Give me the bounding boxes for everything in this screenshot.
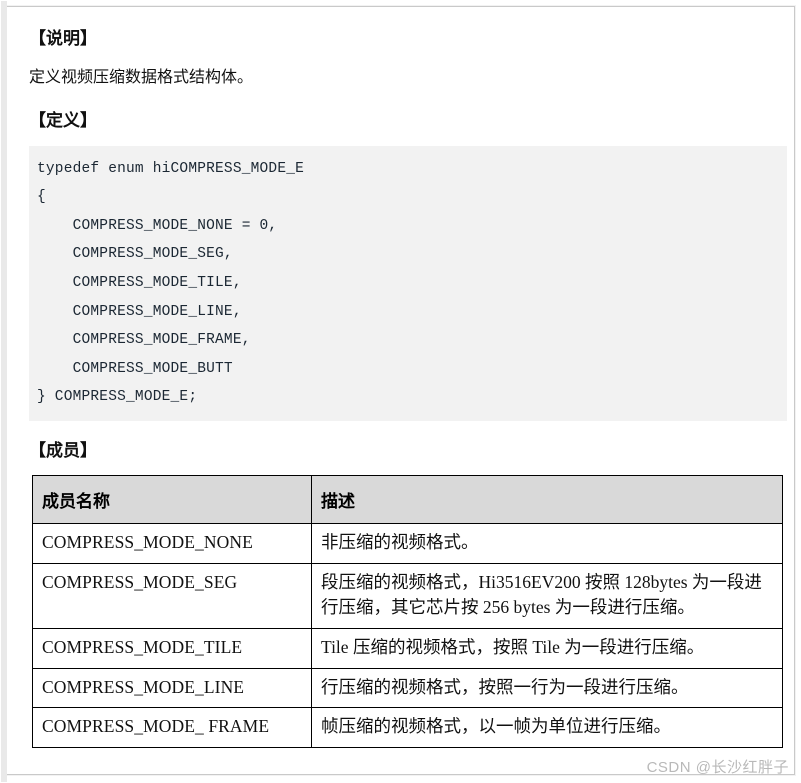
table-row: COMPRESS_MODE_NONE 非压缩的视频格式。 [32, 523, 783, 564]
section-heading-members: 【成员】 [29, 440, 97, 460]
code-block: typedef enum hiCOMPRESS_MODE_E { COMPRES… [29, 145, 787, 421]
table-header-row: 成员名称 描述 [32, 475, 783, 525]
document-content: 【说明】 定义视频压缩数据格式结构体。 【定义】 typedef enum hi… [7, 7, 794, 774]
section-heading-definition: 【定义】 [29, 111, 97, 131]
member-name-cell: COMPRESS_MODE_ FRAME [32, 707, 312, 748]
member-name-cell: COMPRESS_MODE_SEG [32, 562, 312, 629]
table-row: COMPRESS_MODE_ FRAME 帧压缩的视频格式，以一帧为单位进行压缩… [32, 707, 783, 748]
member-desc-cell: 段压缩的视频格式，Hi3516EV200 按照 128bytes 为一段进行压缩… [311, 562, 783, 629]
members-table: 成员名称 描述 COMPRESS_MODE_NONE 非压缩的视频格式。 COM… [32, 475, 783, 748]
member-name-cell: COMPRESS_MODE_LINE [32, 667, 312, 709]
table-row: COMPRESS_MODE_LINE 行压缩的视频格式，按照一行为一段进行压缩。 [32, 667, 783, 709]
page-frame: 【说明】 定义视频压缩数据格式结构体。 【定义】 typedef enum hi… [1, 1, 795, 782]
table-row: COMPRESS_MODE_TILE Tile 压缩的视频格式，按照 Tile … [32, 627, 783, 669]
table-header-member-name: 成员名称 [32, 475, 312, 525]
member-name-cell: COMPRESS_MODE_TILE [32, 627, 312, 669]
member-name-cell: COMPRESS_MODE_NONE [32, 523, 312, 564]
member-desc-cell: 帧压缩的视频格式，以一帧为单位进行压缩。 [311, 707, 783, 748]
code-block-text: typedef enum hiCOMPRESS_MODE_E { COMPRES… [37, 160, 305, 406]
member-desc-cell: 行压缩的视频格式，按照一行为一段进行压缩。 [311, 667, 783, 709]
table-header-description: 描述 [311, 475, 783, 525]
member-desc-cell: 非压缩的视频格式。 [311, 523, 783, 564]
table-row: COMPRESS_MODE_SEG 段压缩的视频格式，Hi3516EV200 按… [32, 562, 783, 629]
member-desc-cell: Tile 压缩的视频格式，按照 Tile 为一段进行压缩。 [311, 627, 783, 669]
description-paragraph: 定义视频压缩数据格式结构体。 [29, 69, 254, 87]
section-heading-description: 【说明】 [29, 29, 97, 48]
document-page: 【说明】 定义视频压缩数据格式结构体。 【定义】 typedef enum hi… [0, 0, 801, 783]
